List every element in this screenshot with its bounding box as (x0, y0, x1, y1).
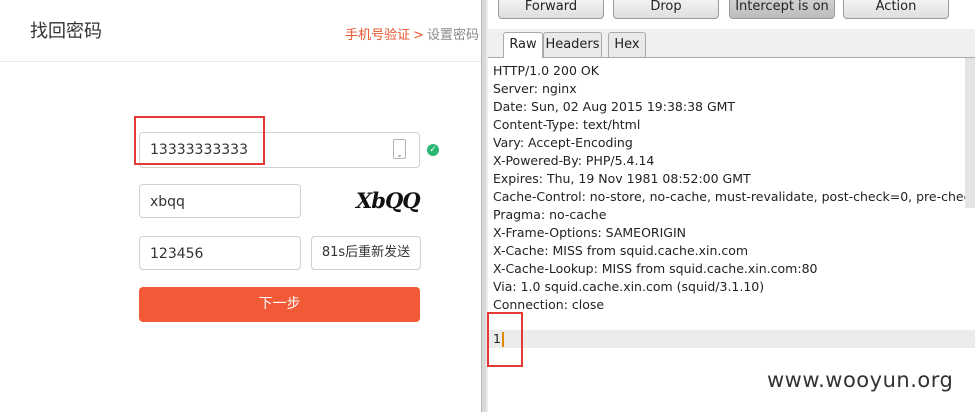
password-reset-page: 找回密码 手机号验证 > 设置密码 13333333333 ✓ xbqq XbQQ … (0, 0, 481, 412)
drop-button[interactable]: Drop (613, 0, 719, 19)
intercept-toggle-button[interactable]: Intercept is on (729, 0, 835, 19)
resend-code-button[interactable]: 81s后重新发送 (311, 236, 421, 270)
valid-check-icon: ✓ (427, 144, 439, 156)
step-set-password: 设置密码 (426, 28, 479, 43)
response-line: Server: nginx (493, 81, 577, 96)
next-step-button[interactable]: 下一步 (139, 287, 420, 322)
response-line: X-Powered-By: PHP/5.4.14 (493, 153, 655, 168)
response-line: Content-Type: text/html (493, 117, 641, 132)
tab-hex[interactable]: Hex (608, 32, 646, 57)
step-breadcrumb: 手机号验证 > 设置密码 (345, 24, 479, 43)
response-line: Via: 1.0 squid.cache.xin.com (squid/3.1.… (493, 279, 765, 294)
message-tabs: Raw Headers Hex (488, 29, 975, 58)
tab-raw[interactable]: Raw (503, 32, 543, 58)
header-divider (0, 61, 481, 62)
mobile-phone-icon (393, 139, 406, 159)
proxy-intercept-panel: Forward Drop Intercept is on Action Raw … (488, 0, 975, 412)
sms-code-input[interactable]: 123456 (139, 236, 301, 270)
response-line: Date: Sun, 02 Aug 2015 19:38:38 GMT (493, 99, 736, 114)
response-body-highlight-box (487, 312, 523, 367)
response-line: Cache-Control: no-store, no-cache, must-… (493, 189, 975, 204)
raw-response-editor[interactable]: HTTP/1.0 200 OK Server: nginx Date: Sun,… (488, 58, 975, 412)
watermark: www.wooyun.org (767, 368, 954, 392)
phone-highlight-box (134, 116, 265, 165)
forward-button[interactable]: Forward (498, 0, 604, 19)
step-arrow: > (413, 28, 424, 43)
action-button[interactable]: Action (843, 0, 949, 19)
captcha-image[interactable]: XbQQ (356, 186, 421, 216)
step-phone-verify: 手机号验证 (345, 28, 411, 43)
response-line: Vary: Accept-Encoding (493, 135, 633, 150)
page-title: 找回密码 (30, 21, 102, 42)
editor-scrollbar[interactable] (965, 58, 975, 208)
response-line: X-Cache-Lookup: MISS from squid.cache.xi… (493, 261, 818, 276)
captcha-input[interactable]: xbqq (139, 184, 301, 218)
response-line: Expires: Thu, 19 Nov 1981 08:52:00 GMT (493, 171, 751, 186)
tab-headers[interactable]: Headers (543, 32, 602, 57)
response-line: HTTP/1.0 200 OK (493, 63, 599, 78)
current-line-highlight (488, 330, 975, 348)
response-line: X-Frame-Options: SAMEORIGIN (493, 225, 687, 240)
response-line: X-Cache: MISS from squid.cache.xin.com (493, 243, 749, 258)
response-line: Pragma: no-cache (493, 207, 607, 222)
